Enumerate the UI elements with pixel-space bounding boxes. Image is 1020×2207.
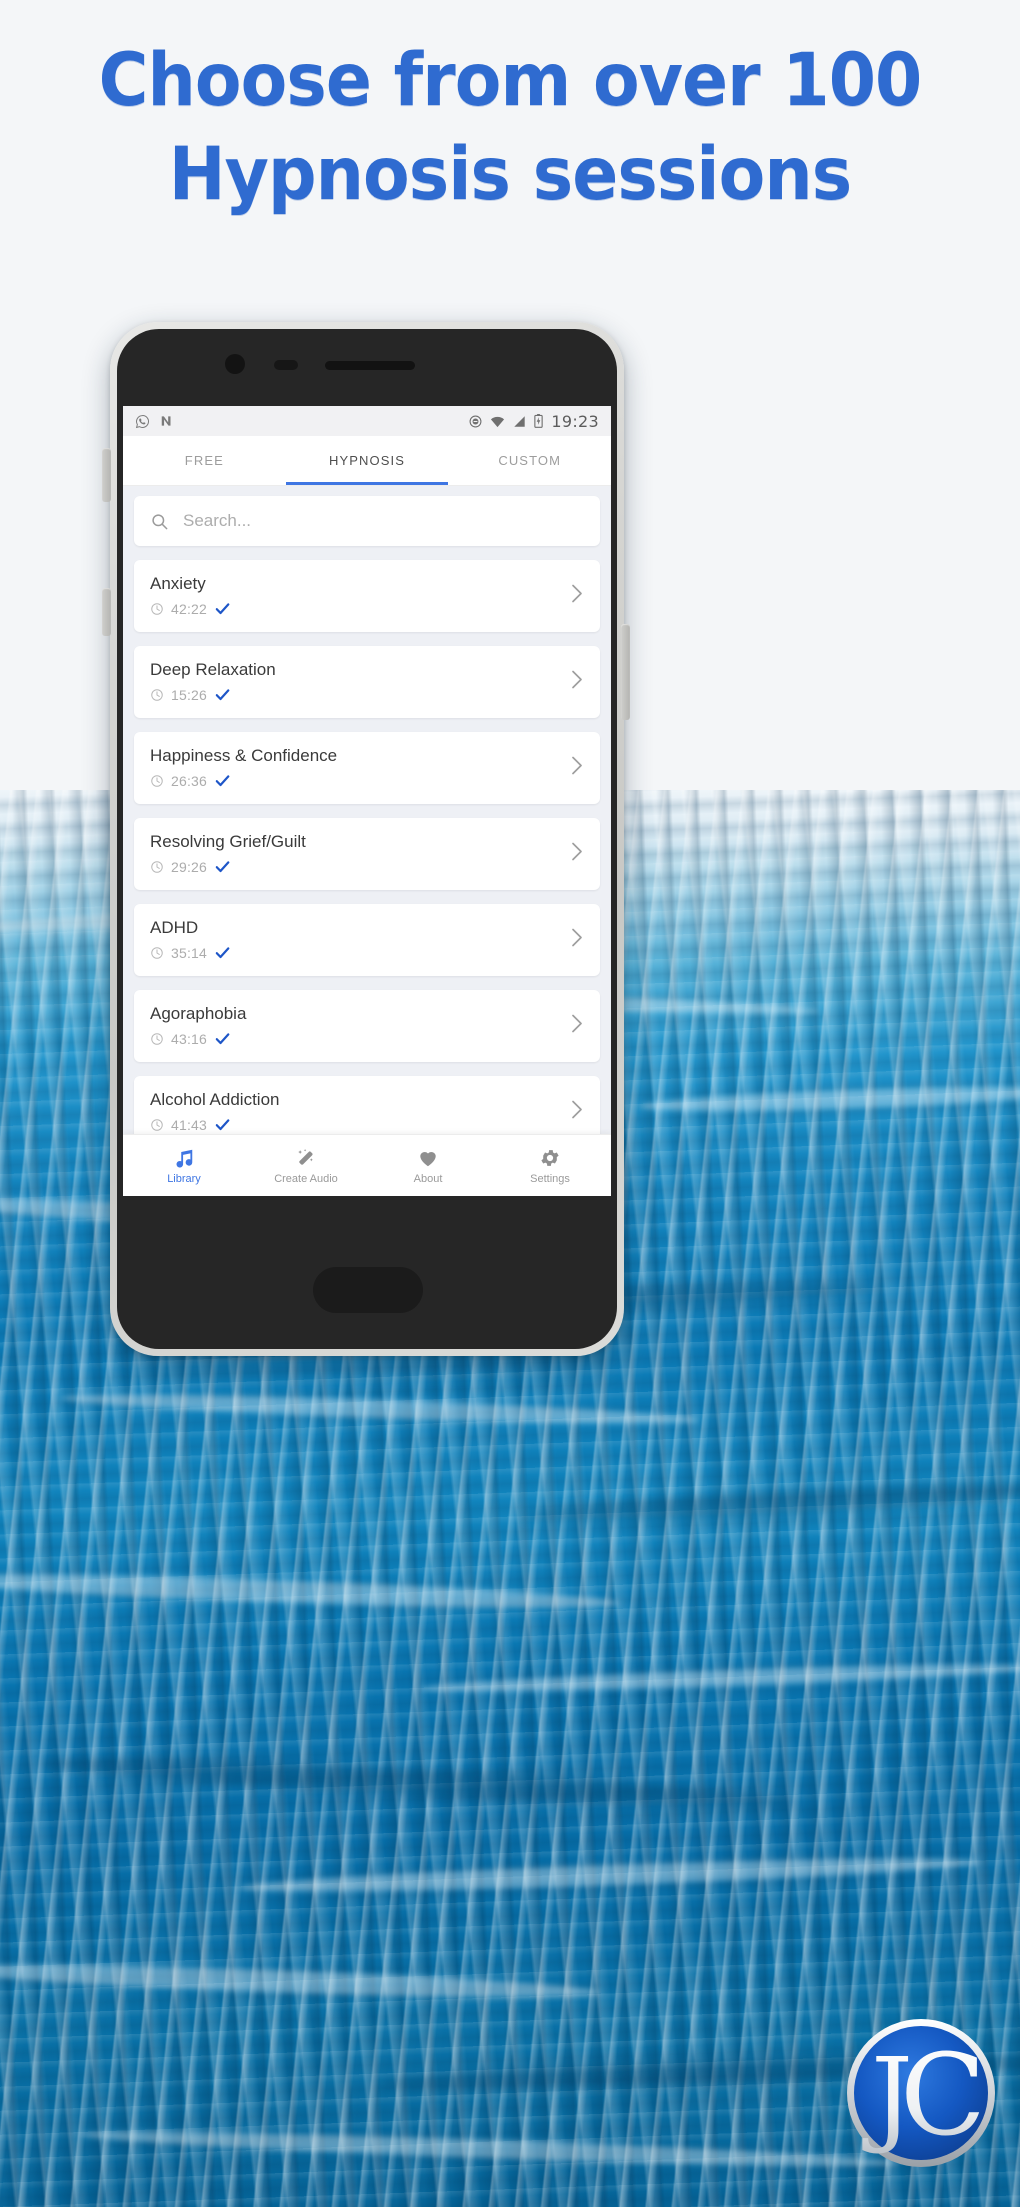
tab-hypnosis[interactable]: HYPNOSIS xyxy=(285,436,449,485)
nav-item-about-label: About xyxy=(413,1172,443,1185)
cellular-signal-icon xyxy=(513,415,526,428)
clock-icon xyxy=(150,1032,164,1046)
nav-item-settings[interactable]: Settings xyxy=(489,1135,611,1196)
promo-screenshot: Choose from over 100 Hypnosis sessions 1… xyxy=(0,0,1020,2207)
wifi-icon xyxy=(490,415,505,428)
search-input[interactable]: Search... xyxy=(183,511,251,531)
proximity-sensor-icon xyxy=(274,360,298,370)
chevron-right-icon xyxy=(570,928,584,953)
promo-headline: Choose from over 100 Hypnosis sessions xyxy=(36,34,985,222)
status-bar: 19:23 xyxy=(123,406,611,436)
session-duration: 41:43 xyxy=(171,1116,208,1133)
downloaded-check-icon xyxy=(214,600,231,617)
phone-screen: 19:23 FREE HYPNOSIS CUSTOM Search... Anx… xyxy=(123,406,611,1196)
session-title: Deep Relaxation xyxy=(150,660,276,679)
top-tab-bar: FREE HYPNOSIS CUSTOM xyxy=(123,436,611,486)
chevron-right-icon xyxy=(570,584,584,609)
heart-icon xyxy=(417,1147,439,1169)
home-indicator-pill xyxy=(313,1267,423,1313)
nav-item-settings-label: Settings xyxy=(530,1172,570,1185)
session-list-item[interactable]: Anxiety 42:22 xyxy=(134,560,600,632)
downloaded-check-icon xyxy=(214,686,231,703)
clock-icon xyxy=(150,774,164,788)
headline-line-2: Hypnosis sessions xyxy=(168,132,852,217)
do-not-disturb-icon xyxy=(469,415,482,428)
session-title: Anxiety xyxy=(150,574,206,593)
earpiece-speaker xyxy=(325,361,415,370)
session-title: Agoraphobia xyxy=(150,1004,247,1023)
tab-hypnosis-label: HYPNOSIS xyxy=(329,453,405,468)
phone-body: 19:23 FREE HYPNOSIS CUSTOM Search... Anx… xyxy=(117,329,617,1349)
session-duration: 15:26 xyxy=(171,686,208,703)
downloaded-check-icon xyxy=(214,772,231,789)
gear-icon xyxy=(539,1147,561,1169)
session-title: Alcohol Addiction xyxy=(150,1090,280,1109)
nav-item-about[interactable]: About xyxy=(367,1135,489,1196)
clock-icon xyxy=(150,860,164,874)
volume-up-button[interactable] xyxy=(102,448,111,502)
search-bar[interactable]: Search... xyxy=(134,496,600,546)
clock-icon xyxy=(150,946,164,960)
downloaded-check-icon xyxy=(214,1116,231,1133)
power-button[interactable] xyxy=(621,624,630,720)
nav-item-library-label: Library xyxy=(167,1172,201,1185)
chevron-right-icon xyxy=(570,756,584,781)
nav-item-library[interactable]: Library xyxy=(123,1135,245,1196)
search-icon xyxy=(150,512,169,531)
front-camera-icon xyxy=(225,354,245,374)
whatsapp-icon xyxy=(135,414,150,429)
tab-custom[interactable]: CUSTOM xyxy=(448,436,611,485)
battery-icon xyxy=(534,414,544,428)
session-list-container: Search... Anxiety 42:22 Deep Relaxation … xyxy=(123,486,611,1148)
tab-free-label: FREE xyxy=(184,453,224,468)
chevron-right-icon xyxy=(570,842,584,867)
bottom-navigation-bar: Library Create Audio About Settings xyxy=(123,1134,611,1196)
jc-logo: J C xyxy=(842,2014,1000,2172)
nova-launcher-icon xyxy=(160,414,174,428)
session-duration: 29:26 xyxy=(171,858,208,875)
clock-icon xyxy=(150,1118,164,1132)
session-list-item[interactable]: Happiness & Confidence 26:36 xyxy=(134,732,600,804)
clock-icon xyxy=(150,688,164,702)
chevron-right-icon xyxy=(570,1100,584,1125)
clock-icon xyxy=(150,602,164,616)
downloaded-check-icon xyxy=(214,944,231,961)
downloaded-check-icon xyxy=(214,858,231,875)
session-list-item[interactable]: Agoraphobia 43:16 xyxy=(134,990,600,1062)
chevron-right-icon xyxy=(570,670,584,695)
magic-wand-icon xyxy=(295,1147,317,1169)
downloaded-check-icon xyxy=(214,1030,231,1047)
nav-item-create-audio[interactable]: Create Audio xyxy=(245,1135,367,1196)
tab-free[interactable]: FREE xyxy=(123,436,286,485)
session-duration: 26:36 xyxy=(171,772,208,789)
chevron-right-icon xyxy=(570,1014,584,1039)
session-title: Resolving Grief/Guilt xyxy=(150,832,306,851)
status-bar-clock: 19:23 xyxy=(551,411,599,431)
session-title: Happiness & Confidence xyxy=(150,746,338,765)
headline-line-1: Choose from over 100 xyxy=(98,38,923,123)
session-list-item[interactable]: Resolving Grief/Guilt 29:26 xyxy=(134,818,600,890)
nav-item-create-audio-label: Create Audio xyxy=(274,1172,338,1185)
session-duration: 43:16 xyxy=(171,1030,208,1047)
volume-down-button[interactable] xyxy=(102,588,111,636)
phone-mockup: 19:23 FREE HYPNOSIS CUSTOM Search... Anx… xyxy=(110,322,624,1356)
session-title: ADHD xyxy=(150,918,199,937)
tab-custom-label: CUSTOM xyxy=(498,453,562,468)
session-list-item[interactable]: Deep Relaxation 15:26 xyxy=(134,646,600,718)
session-list-item[interactable]: ADHD 35:14 xyxy=(134,904,600,976)
music-note-icon xyxy=(173,1147,195,1169)
session-duration: 42:22 xyxy=(171,600,208,617)
session-duration: 35:14 xyxy=(171,944,208,961)
svg-text:C: C xyxy=(900,2031,986,2161)
